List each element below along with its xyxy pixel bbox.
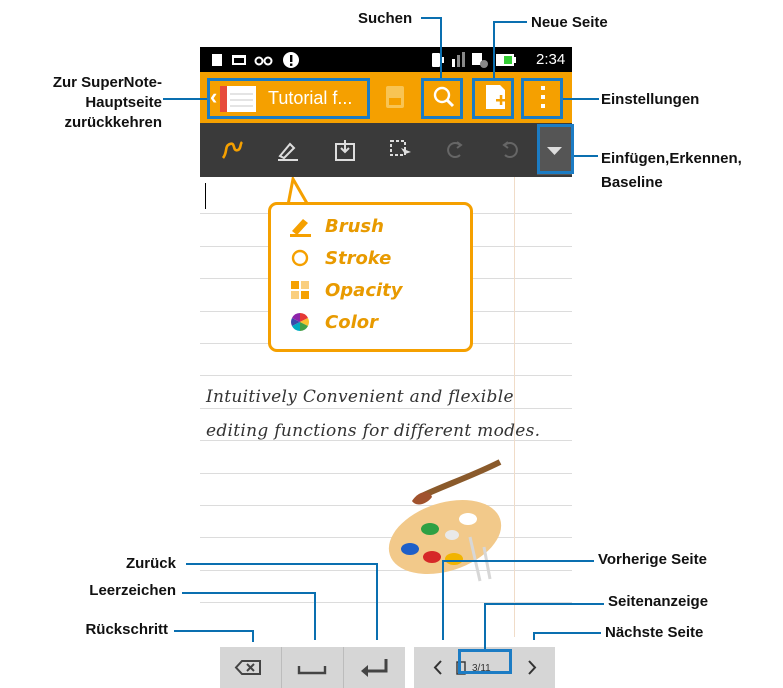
status-time: 2:34 [536,51,566,68]
bubble-item-stroke: Stroke [289,243,391,273]
connector [442,560,444,640]
next-page-button[interactable] [514,647,550,688]
space-icon [297,666,327,675]
callout-search: Suchen [358,10,413,27]
bubble-label: Brush [325,215,384,237]
ruled-line [200,375,572,376]
bubble-label: Stroke [325,247,392,269]
return-key[interactable] [344,647,404,688]
callout-page-indicator: Seitenanzeige [608,593,709,610]
callout-space: Leerzeichen [89,582,176,599]
highlight-more-tools [537,124,574,174]
system-icons [432,52,516,68]
edit-toolbar [200,123,572,177]
palette-illustration [388,459,502,582]
backspace-icon [234,660,261,675]
highlight-page-indicator [458,649,512,674]
backspace-key[interactable] [220,647,280,688]
brush-settings-icon[interactable] [276,138,300,162]
bubble-label: Color [325,311,378,333]
callout-backspace: Rückschritt [85,621,168,638]
insert-icon[interactable] [333,138,357,162]
highlight-search [421,78,463,119]
callout-insert-recognize: Einfügen,Erkennen, Baseline [601,150,742,191]
callout-back-to-main: Zur SuperNote- Hauptseite zurückkehren [52,74,162,131]
chevron-right-icon [528,660,537,675]
connector [484,603,604,605]
text-cursor [205,183,206,209]
highlight-new-page [472,78,514,119]
ruled-line [200,408,572,409]
connector [574,155,598,157]
connector [163,98,207,100]
bubble-item-opacity: Opacity [289,275,403,305]
connector [252,630,254,642]
handwritten-line-2: editing functions for different modes. [206,421,541,441]
connector [442,560,594,562]
input-keys-bar [220,647,405,688]
handwriting-mode-icon[interactable] [220,138,244,162]
status-bar: 2:34 [200,47,572,72]
recognize-icon[interactable] [389,138,413,162]
callout-prev-page: Vorherige Seite [598,551,707,568]
opacity-icon [291,281,309,299]
stroke-circle-icon [291,249,309,267]
connector [174,630,254,632]
chevron-left-icon [433,660,442,675]
connector [493,21,495,78]
highlight-back-to-main [207,78,370,119]
connector [493,21,527,23]
brush-tooltip-bubble: Brush Stroke Opacity Color [268,202,473,352]
highlight-settings [521,78,563,119]
callout-next-page: Nächste Seite [605,624,704,641]
connector [484,603,486,649]
bubble-pointer [286,177,310,205]
callout-settings: Einstellungen [601,91,700,108]
handwritten-line-1: Intuitively Convenient and flexible [206,387,514,407]
note-canvas[interactable]: Brush Stroke Opacity Color Intuitively C… [200,177,572,637]
return-icon [361,659,388,677]
connector [533,632,601,634]
undo-icon[interactable] [443,138,467,162]
space-key[interactable] [282,647,342,688]
brush-icon [290,219,311,237]
connector [440,17,442,78]
bubble-item-color: Color [289,307,378,337]
color-wheel-icon [291,313,309,331]
prev-page-button[interactable] [420,647,456,688]
connector [421,17,441,19]
callout-new-page: Neue Seite [531,14,608,31]
callout-return: Zurück [125,555,176,572]
connector [376,563,378,640]
connector [563,98,599,100]
connector [182,592,316,594]
bubble-item-brush: Brush [289,211,384,241]
connector [533,632,535,640]
bubble-label: Opacity [325,279,403,301]
connector [314,592,316,640]
connector [186,563,378,565]
redo-icon[interactable] [498,138,522,162]
notification-icons [212,52,299,68]
save-icon[interactable] [386,86,404,108]
